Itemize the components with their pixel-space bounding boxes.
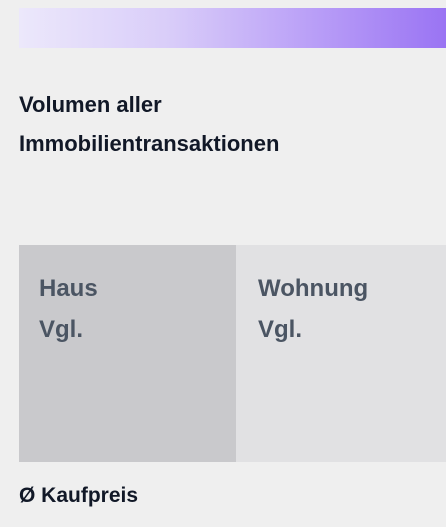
tab-wohnung-label: Wohnung: [258, 275, 369, 302]
header-gradient-bar: [19, 8, 446, 48]
tab-haus-sublabel: Vgl.: [39, 316, 84, 343]
section-title-line-2: Immobilientransaktionen: [19, 131, 280, 156]
tab-haus-label: Haus: [39, 275, 98, 302]
tab-wohnung[interactable]: Wohnung Vgl.: [236, 245, 446, 462]
section-title: Volumen aller Immobilientransaktionen: [19, 85, 429, 163]
property-type-tabs: Haus Vgl. Wohnung Vgl.: [19, 245, 446, 462]
tab-wohnung-sublabel: Vgl.: [258, 316, 303, 343]
section-title-line-1: Volumen aller: [19, 92, 162, 117]
tab-haus[interactable]: Haus Vgl.: [19, 245, 236, 462]
average-price-label: Ø Kaufpreis: [19, 484, 139, 507]
